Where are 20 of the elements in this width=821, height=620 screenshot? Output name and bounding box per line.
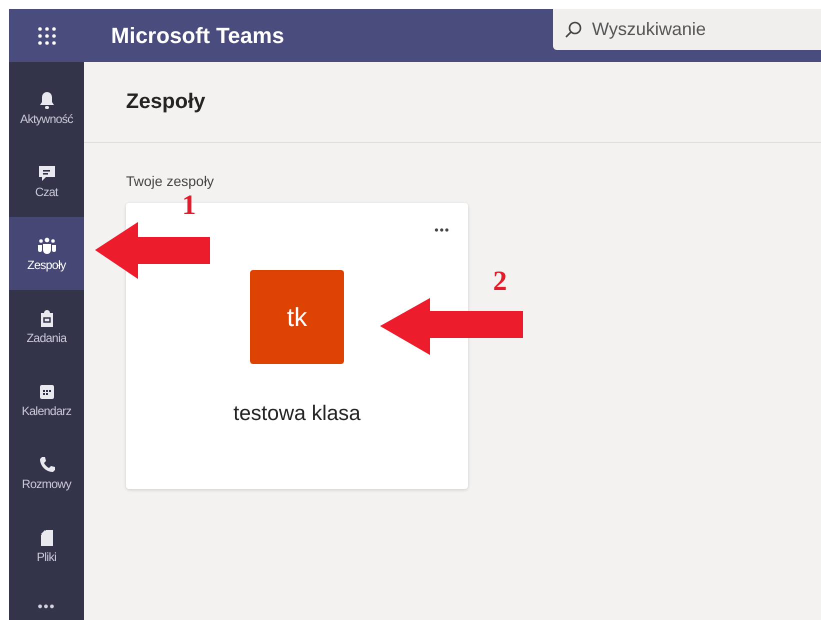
- team-name: testowa klasa: [233, 401, 361, 427]
- section-label: Twoje zespoły: [126, 172, 215, 191]
- app-title: Microsoft Teams: [111, 22, 284, 50]
- team-avatar: tk: [250, 270, 344, 364]
- search-field[interactable]: Wyszukiwanie: [553, 9, 821, 50]
- app-launcher-icon[interactable]: [36, 26, 56, 46]
- sidebar-tab[interactable]: Zespoły: [9, 217, 84, 290]
- annotation-number: 2: [493, 268, 507, 296]
- sidebar-tab[interactable]: Czat: [9, 144, 84, 217]
- page-title: Zespoły: [126, 89, 206, 116]
- sidebar-tab[interactable]: Kalendarz: [9, 363, 84, 436]
- sidebar-tab[interactable]: Aktywność: [9, 71, 84, 144]
- people-icon: [36, 236, 56, 256]
- more-apps-button[interactable]: •••: [9, 594, 84, 618]
- search-icon: [565, 21, 582, 38]
- sidebar-tab[interactable]: Rozmowy: [9, 436, 84, 509]
- more-options-button[interactable]: •••: [434, 221, 450, 239]
- sidebar-tab[interactable]: Pliki: [9, 509, 84, 582]
- sidebar-tab[interactable]: Zadania: [9, 290, 84, 363]
- chat-icon: [36, 163, 56, 183]
